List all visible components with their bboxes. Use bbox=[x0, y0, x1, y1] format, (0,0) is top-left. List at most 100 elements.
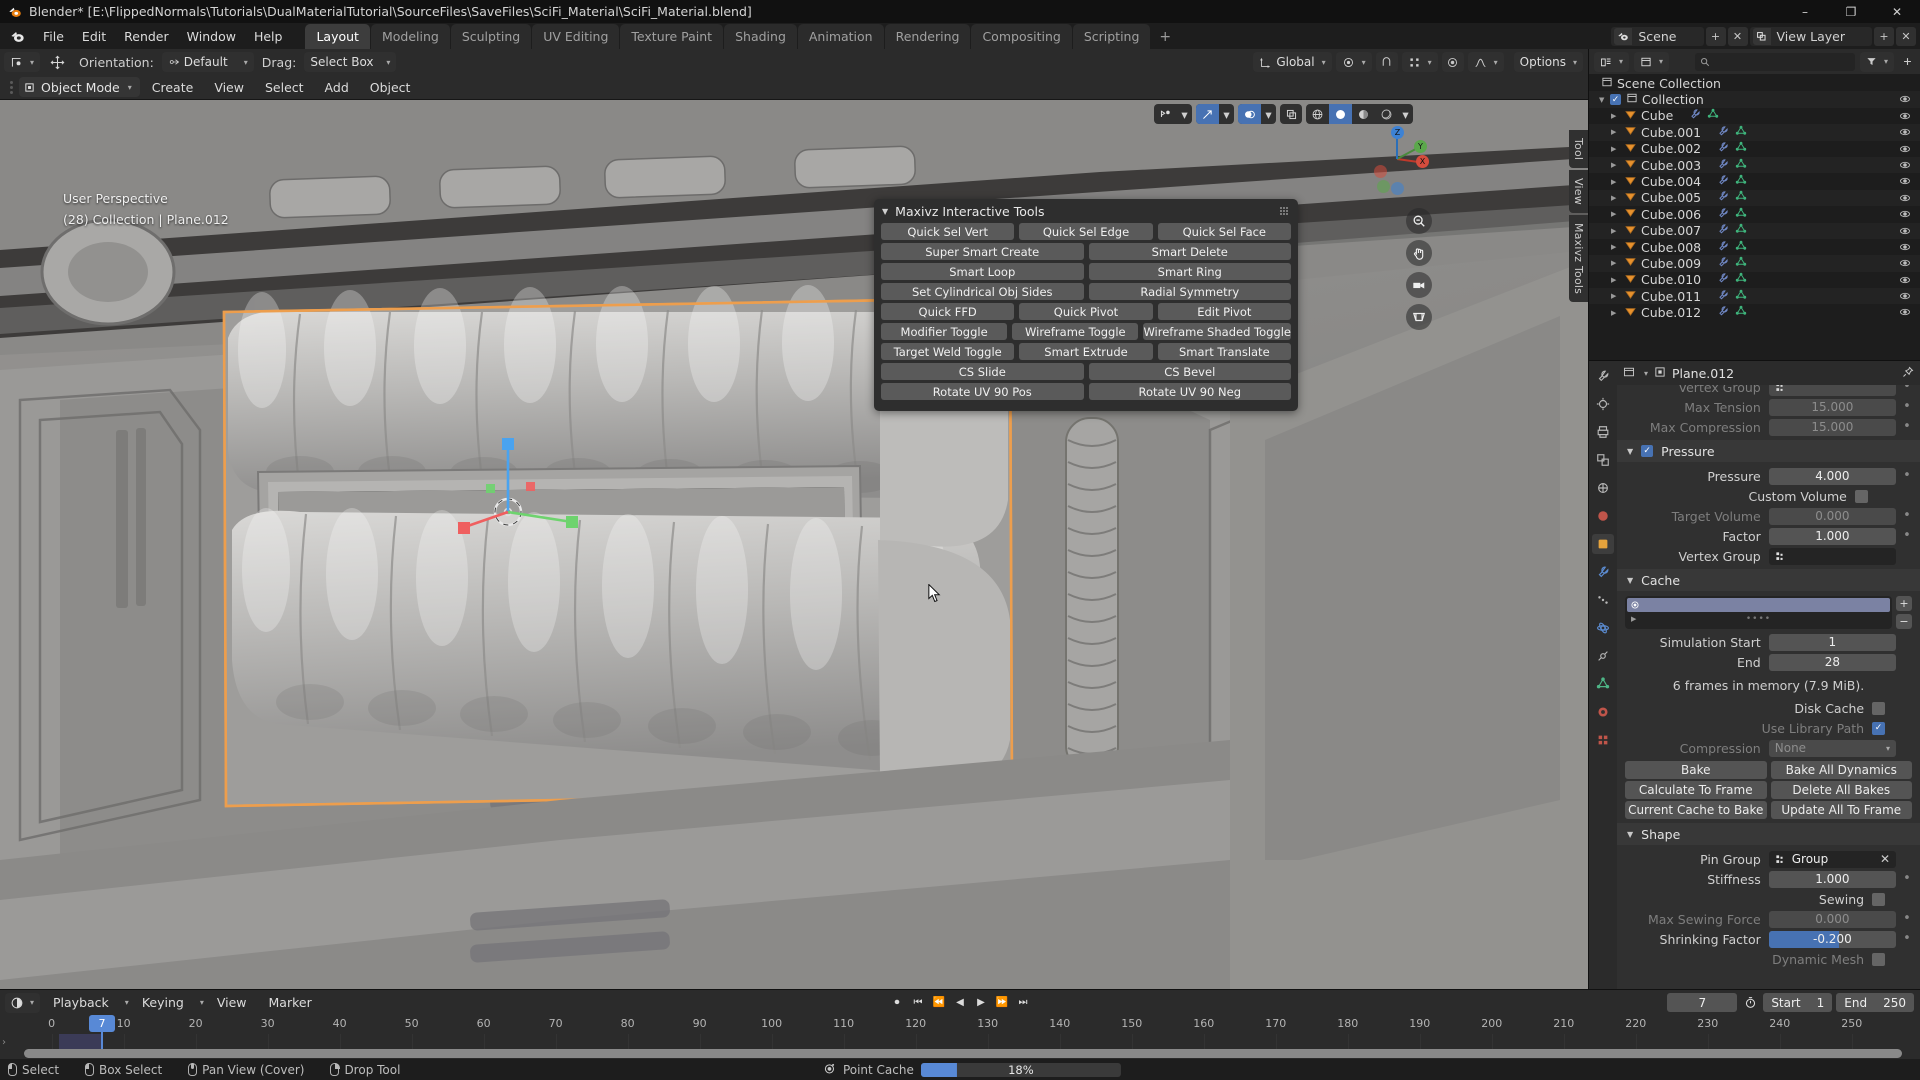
modifier-icon[interactable] bbox=[1717, 174, 1729, 189]
simulation-start-field[interactable]: 1 bbox=[1768, 633, 1896, 651]
viewport-menu-object[interactable]: Object bbox=[361, 77, 420, 98]
cache-list-grip-icon[interactable]: •••• bbox=[1746, 614, 1771, 624]
move-tool-icon[interactable] bbox=[44, 52, 71, 72]
shading-chevron-icon[interactable]: ▾ bbox=[1398, 104, 1413, 124]
object-visibility-icon[interactable] bbox=[1899, 143, 1911, 158]
shrinking-factor-slider[interactable]: -0.200 bbox=[1768, 930, 1896, 948]
sidebar-tab-item[interactable]: Tool bbox=[1569, 130, 1588, 169]
zoom-view-icon[interactable] bbox=[1406, 208, 1432, 234]
maximize-button[interactable]: ❐ bbox=[1828, 0, 1874, 23]
menu-render[interactable]: Render bbox=[115, 26, 178, 47]
radial-symmetry-button[interactable]: Radial Symmetry bbox=[1088, 283, 1291, 300]
visibility-chevron-icon[interactable]: ▾ bbox=[1177, 104, 1192, 124]
gizmo-ball-y[interactable]: Y bbox=[1414, 140, 1427, 153]
gizmo-ball-x[interactable]: X bbox=[1416, 155, 1429, 168]
viewport-menu-create[interactable]: Create bbox=[143, 77, 203, 98]
orientation-dropdown[interactable]: Default ▾ bbox=[161, 52, 254, 72]
shading-wireframe-icon[interactable] bbox=[1306, 104, 1329, 124]
menu-help[interactable]: Help bbox=[245, 26, 292, 47]
sidebar-tab-view[interactable]: View bbox=[1569, 170, 1588, 214]
outliner-editor[interactable]: ▾ ▾ ▾ Scene Collection ▼ ✓ Collection ▶ … bbox=[1589, 49, 1920, 361]
jump-next-keyframe-icon[interactable]: ⏩ bbox=[993, 993, 1011, 1012]
pan-view-icon[interactable] bbox=[1406, 240, 1432, 266]
modifier-icon[interactable] bbox=[1717, 158, 1729, 173]
smart-loop-button[interactable]: Smart Loop bbox=[881, 263, 1084, 280]
modifier-icon[interactable] bbox=[1717, 240, 1729, 255]
current-cache-to-bake-button[interactable]: Current Cache to Bake bbox=[1625, 801, 1767, 819]
object-visibility-icon[interactable] bbox=[1899, 126, 1911, 141]
animate-dot-icon[interactable]: • bbox=[1902, 912, 1912, 925]
vertex-group-clipped-field[interactable] bbox=[1768, 385, 1896, 396]
animate-dot-icon[interactable]: • bbox=[1902, 469, 1912, 482]
outliner-row-object[interactable]: ▶ Cube.004 bbox=[1589, 173, 1920, 189]
active-tool-button[interactable]: ▾ bbox=[4, 52, 41, 72]
shading-solid-icon[interactable] bbox=[1329, 104, 1352, 124]
section-cache[interactable]: ▼ Cache bbox=[1617, 569, 1920, 591]
navigation-gizmo[interactable]: X Y Z bbox=[1361, 122, 1433, 195]
modifier-icon[interactable] bbox=[1717, 272, 1729, 287]
properties-tab-view-layer[interactable] bbox=[1592, 450, 1614, 470]
animate-dot-icon[interactable]: • bbox=[1902, 400, 1912, 413]
options-dropdown[interactable]: Options ▾ bbox=[1513, 52, 1583, 72]
properties-tab-world[interactable] bbox=[1592, 506, 1614, 526]
simulation-end-field[interactable]: 28 bbox=[1768, 653, 1896, 671]
custom-volume-checkbox[interactable] bbox=[1854, 489, 1868, 503]
properties-tab-tool[interactable] bbox=[1592, 366, 1614, 386]
gizmo-ball-y-neg[interactable] bbox=[1377, 180, 1390, 193]
menu-window[interactable]: Window bbox=[178, 26, 245, 47]
timeline-menu-marker[interactable]: Marker bbox=[260, 992, 321, 1013]
current-frame-field[interactable]: 7 bbox=[1667, 993, 1738, 1012]
properties-tab-constraints[interactable] bbox=[1592, 646, 1614, 666]
tab-texture-paint[interactable]: Texture Paint bbox=[620, 24, 724, 49]
menu-edit[interactable]: Edit bbox=[73, 26, 115, 47]
properties-tab-object-data[interactable] bbox=[1592, 674, 1614, 694]
modifier-icon[interactable] bbox=[1717, 125, 1729, 140]
view-layer-selector[interactable]: View Layer bbox=[1749, 26, 1872, 46]
viewport-menu-select[interactable]: Select bbox=[256, 77, 313, 98]
bake-button[interactable]: Bake bbox=[1625, 761, 1767, 779]
super-smart-create-button[interactable]: Super Smart Create bbox=[881, 243, 1084, 260]
snap-settings-dropdown[interactable]: ▾ bbox=[1401, 52, 1438, 72]
object-visibility-icon[interactable] bbox=[1899, 274, 1911, 289]
outliner-row-object[interactable]: ▶ Cube.002 bbox=[1589, 141, 1920, 157]
outliner-row-object[interactable]: ▶ Cube.001 bbox=[1589, 124, 1920, 141]
overlays-chevron-icon[interactable]: ▾ bbox=[1261, 104, 1276, 124]
update-all-to-frame-button[interactable]: Update All To Frame bbox=[1770, 801, 1912, 819]
timeline-menu-playback[interactable]: Playback bbox=[44, 992, 118, 1013]
toggle-perspective-icon[interactable] bbox=[1406, 304, 1432, 330]
animate-dot-icon[interactable]: • bbox=[1902, 932, 1912, 945]
object-expand-icon[interactable]: ▶ bbox=[1611, 276, 1622, 284]
object-expand-icon[interactable]: ▶ bbox=[1611, 243, 1622, 251]
tab-scripting[interactable]: Scripting bbox=[1072, 24, 1151, 49]
properties-tab-scene[interactable] bbox=[1592, 478, 1614, 498]
outliner-row-object[interactable]: ▶ Cube.009 bbox=[1589, 255, 1920, 272]
modifier-icon[interactable] bbox=[1717, 305, 1729, 320]
animate-dot-icon[interactable]: • bbox=[1902, 529, 1912, 542]
start-frame-field[interactable]: Start 1 bbox=[1763, 993, 1833, 1012]
smart-translate-button[interactable]: Smart Translate bbox=[1157, 343, 1291, 360]
outliner-row-object[interactable]: ▶ Cube.005 bbox=[1589, 189, 1920, 207]
outliner-editor-type-button[interactable]: ▾ bbox=[1594, 51, 1630, 72]
maxivz-interactive-tools-panel[interactable]: ▼ Maxivz Interactive Tools Quick Sel Ver… bbox=[874, 199, 1298, 411]
use-preview-range-icon[interactable] bbox=[1741, 993, 1759, 1012]
maxivz-panel-header[interactable]: ▼ Maxivz Interactive Tools bbox=[874, 199, 1298, 223]
timeline-horizontal-scrollbar[interactable] bbox=[24, 1049, 1902, 1058]
timeline-playhead[interactable]: 7 bbox=[89, 1015, 115, 1032]
target-volume-field[interactable]: 0.000 bbox=[1768, 507, 1896, 525]
mesh-data-icon[interactable] bbox=[1735, 256, 1747, 271]
object-visibility-icon[interactable] bbox=[1899, 225, 1911, 240]
properties-tab-modifiers[interactable] bbox=[1592, 562, 1614, 582]
properties-tab-object[interactable] bbox=[1592, 534, 1614, 554]
overlays-toggle-group[interactable]: ▾ bbox=[1238, 104, 1276, 124]
gizmo-ball-z-neg[interactable] bbox=[1391, 182, 1404, 195]
camera-view-icon[interactable] bbox=[1406, 272, 1432, 298]
pin-id-icon[interactable] bbox=[1902, 366, 1914, 381]
mesh-data-icon[interactable] bbox=[1735, 305, 1747, 320]
rotate-uv-90-neg-button[interactable]: Rotate UV 90 Neg bbox=[1088, 383, 1291, 400]
outliner-new-filter-icon[interactable] bbox=[1899, 52, 1915, 72]
cs-bevel-button[interactable]: CS Bevel bbox=[1088, 363, 1291, 380]
close-button[interactable]: ✕ bbox=[1874, 0, 1920, 23]
modifier-icon[interactable] bbox=[1717, 289, 1729, 304]
pressure-enable-checkbox[interactable]: ✓ bbox=[1641, 445, 1654, 457]
object-expand-icon[interactable]: ▶ bbox=[1611, 128, 1622, 136]
